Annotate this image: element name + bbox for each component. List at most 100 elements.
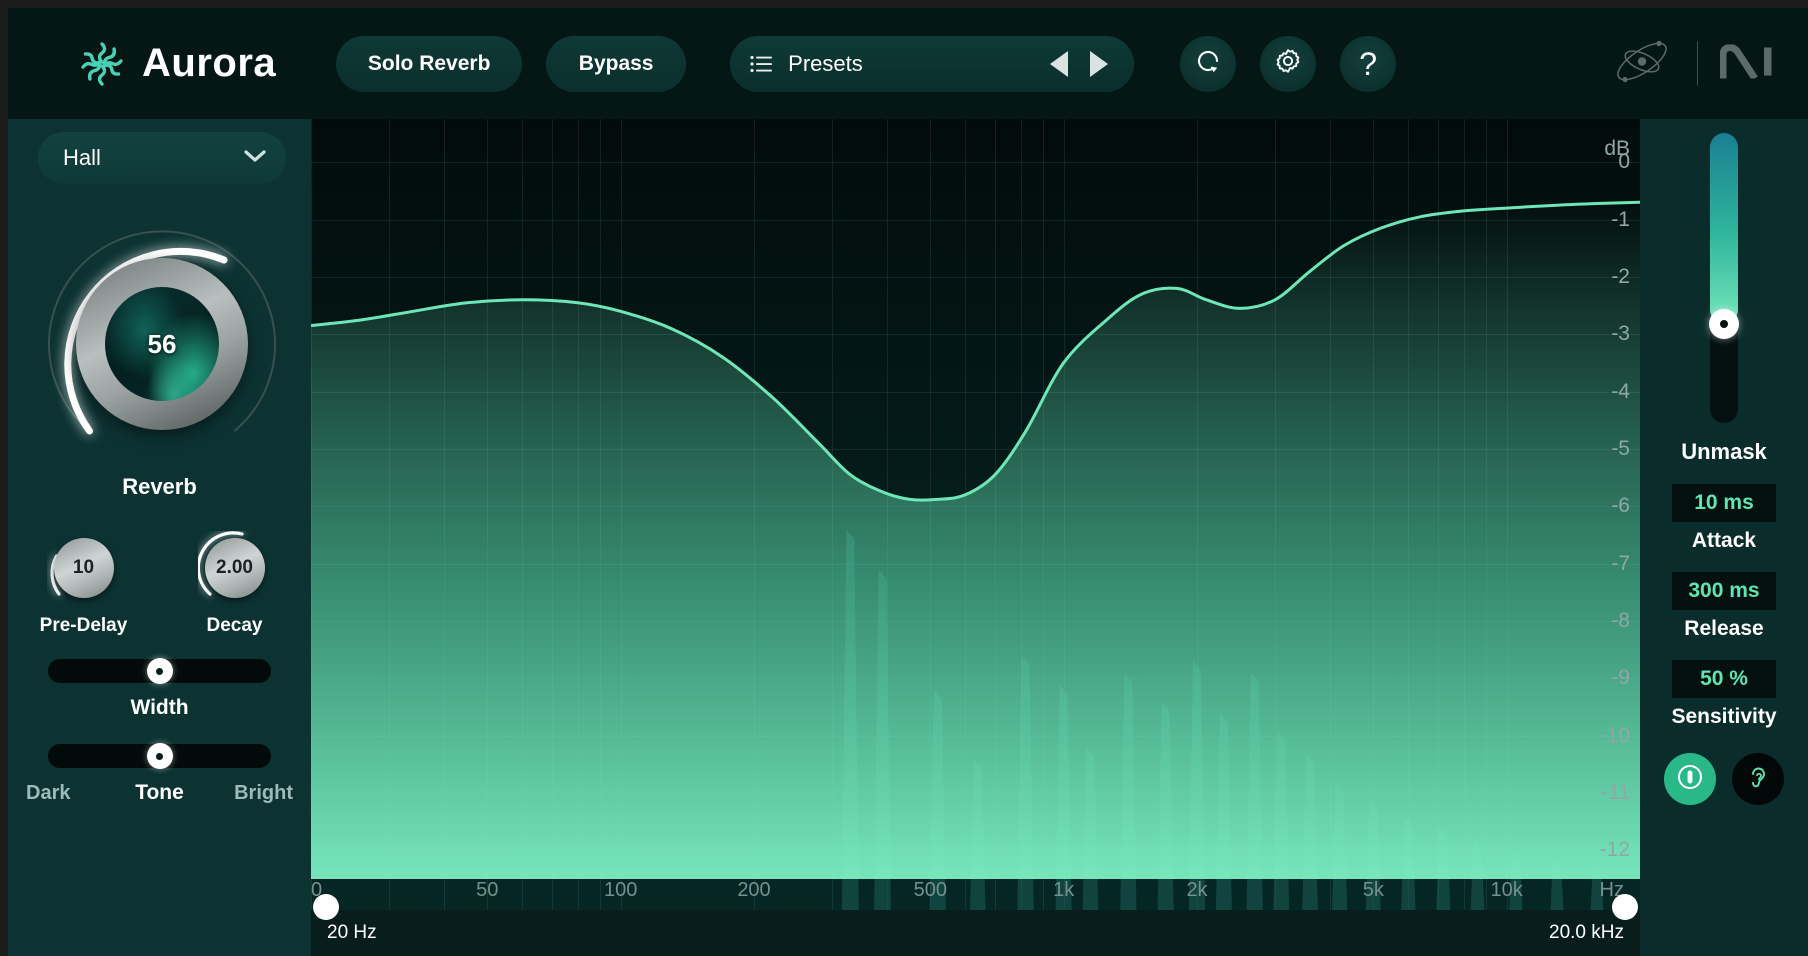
db-tick-label: -2 xyxy=(1611,264,1630,288)
brand: Aurora xyxy=(76,38,276,90)
frequency-range-bar: 20 Hz 20.0 kHz xyxy=(311,910,1640,956)
db-tick-label: -5 xyxy=(1611,436,1630,460)
unmask-slider[interactable] xyxy=(1709,133,1739,423)
reset-button[interactable] xyxy=(1180,35,1237,92)
pre-delay-value: 10 xyxy=(72,557,95,578)
brand-logos xyxy=(1609,34,1778,93)
frequency-tick-label: 200 xyxy=(737,879,771,901)
db-tick-label: -12 xyxy=(1599,838,1630,862)
ear-icon xyxy=(1744,763,1772,796)
pre-delay-label: Pre-Delay xyxy=(39,615,128,636)
db-tick-label: -7 xyxy=(1611,551,1630,575)
reverb-mode-select[interactable]: Hall xyxy=(38,132,286,184)
db-tick-label: -10 xyxy=(1599,723,1630,747)
unmask-power-button[interactable] xyxy=(1664,753,1716,805)
bypass-button[interactable]: Bypass xyxy=(546,35,687,92)
triangle-right-icon[interactable] xyxy=(1090,50,1109,77)
width-labels: Width xyxy=(8,696,311,720)
unmask-slider-thumb[interactable] xyxy=(1709,309,1739,340)
mini-knob-row: 10 Pre-Delay 2.00 Decay xyxy=(8,531,311,637)
db-tick-label: -4 xyxy=(1611,379,1630,403)
pre-delay-knob[interactable]: 10 xyxy=(47,531,121,605)
app-title: Aurora xyxy=(142,41,277,85)
unmask-slider-fill xyxy=(1710,133,1738,325)
gear-icon xyxy=(1273,46,1303,81)
release-value: 300 ms xyxy=(1688,579,1760,602)
db-tick-label: -9 xyxy=(1611,666,1630,690)
unmask-label: Unmask xyxy=(1681,439,1767,464)
eq-curve-fill xyxy=(311,202,1640,880)
tone-slider-thumb[interactable] xyxy=(146,743,173,769)
width-slider[interactable] xyxy=(48,658,271,684)
low-frequency-handle[interactable] xyxy=(313,894,339,920)
izotope-logo xyxy=(1609,34,1675,93)
pre-delay-control[interactable]: 10 Pre-Delay xyxy=(8,531,159,637)
reverb-knob-value: 56 xyxy=(147,328,177,359)
presets-selector[interactable]: Presets xyxy=(730,35,1135,92)
width-slider-thumb[interactable] xyxy=(146,658,173,684)
tone-label: Tone xyxy=(135,781,184,804)
pre-delay-knob-body: 10 xyxy=(53,538,114,598)
plugin-window: Aurora Solo Reverb Bypass Presets ? Hall… xyxy=(8,8,1808,956)
decay-knob-body: 2.00 xyxy=(204,538,265,598)
db-tick-label: -1 xyxy=(1611,207,1630,231)
sensitivity-value: 50 % xyxy=(1700,667,1748,690)
tone-slider[interactable] xyxy=(48,743,271,769)
db-tick-label: -6 xyxy=(1611,494,1630,518)
frequency-tick-label: 500 xyxy=(913,879,947,901)
frequency-tick-label: 1k xyxy=(1053,879,1075,901)
release-field[interactable]: 300 ms xyxy=(1672,572,1776,610)
high-frequency-handle[interactable] xyxy=(1612,894,1638,920)
range-low-value[interactable]: 20 Hz xyxy=(327,922,377,944)
list-icon xyxy=(750,55,773,73)
db-unit-label: dB xyxy=(1604,137,1630,160)
width-control: Width xyxy=(8,658,311,720)
release-label: Release xyxy=(1684,617,1764,640)
frequency-tick-label: 10k xyxy=(1490,879,1523,901)
presets-label: Presets xyxy=(788,50,863,76)
frequency-tick-label: 2k xyxy=(1186,879,1208,901)
tone-labels: Dark Tone Bright xyxy=(8,781,311,805)
header-bar: Aurora Solo Reverb Bypass Presets ? xyxy=(8,8,1808,119)
settings-button[interactable] xyxy=(1260,35,1317,92)
reverb-knob-body: 56 xyxy=(76,258,248,430)
attack-value: 10 ms xyxy=(1694,491,1754,514)
db-tick-label: -3 xyxy=(1611,322,1630,346)
power-on-icon xyxy=(1675,762,1705,797)
reverb-knob-face: 56 xyxy=(105,287,219,401)
decay-label: Decay xyxy=(206,615,263,636)
db-tick-label: -11 xyxy=(1601,780,1630,804)
tone-bright-label: Bright xyxy=(234,781,293,804)
width-label: Width xyxy=(130,696,189,719)
eq-curve-and-spectrum xyxy=(311,119,1640,956)
db-tick-label: -8 xyxy=(1611,608,1630,632)
reverb-mode-value: Hall xyxy=(63,145,101,170)
decay-knob[interactable]: 2.00 xyxy=(196,531,272,605)
eq-spectrum-graph[interactable]: 0-1-2-3-4-5-6-7-8-9-10-11-12 20501002005… xyxy=(311,119,1640,956)
main-body: Hall 56 Reverb 10 Pre-Delay 2.00 Decay W… xyxy=(8,119,1808,956)
frequency-tick-label: 50 xyxy=(476,879,499,901)
frequency-tick-label: 5k xyxy=(1362,879,1384,901)
sensitivity-label: Sensitivity xyxy=(1671,705,1777,728)
logo-divider xyxy=(1697,41,1698,86)
tone-control: Dark Tone Bright xyxy=(8,743,311,805)
presets-nav xyxy=(1050,50,1109,77)
audition-button[interactable] xyxy=(1732,753,1784,805)
aurora-ring-icon xyxy=(76,38,128,90)
question-mark-icon: ? xyxy=(1359,45,1378,82)
range-high-value[interactable]: 20.0 kHz xyxy=(1549,922,1624,944)
unmask-action-buttons xyxy=(1664,753,1784,805)
help-button[interactable]: ? xyxy=(1340,35,1397,92)
sensitivity-field[interactable]: 50 % xyxy=(1672,660,1776,698)
decay-control[interactable]: 2.00 Decay xyxy=(159,531,310,637)
native-instruments-logo xyxy=(1719,43,1778,83)
frequency-tick-label: 100 xyxy=(603,879,638,901)
triangle-left-icon[interactable] xyxy=(1050,50,1069,77)
reset-circular-arrow-icon xyxy=(1193,46,1223,81)
solo-reverb-button[interactable]: Solo Reverb xyxy=(336,35,523,92)
tone-dark-label: Dark xyxy=(26,781,71,804)
attack-field[interactable]: 10 ms xyxy=(1672,484,1776,522)
reverb-controls-panel: Hall 56 Reverb 10 Pre-Delay 2.00 Decay W… xyxy=(8,119,311,956)
unmask-panel: Unmask 10 ms Attack 300 ms Release 50 % … xyxy=(1640,119,1808,956)
reverb-knob[interactable]: 56 xyxy=(38,220,286,468)
